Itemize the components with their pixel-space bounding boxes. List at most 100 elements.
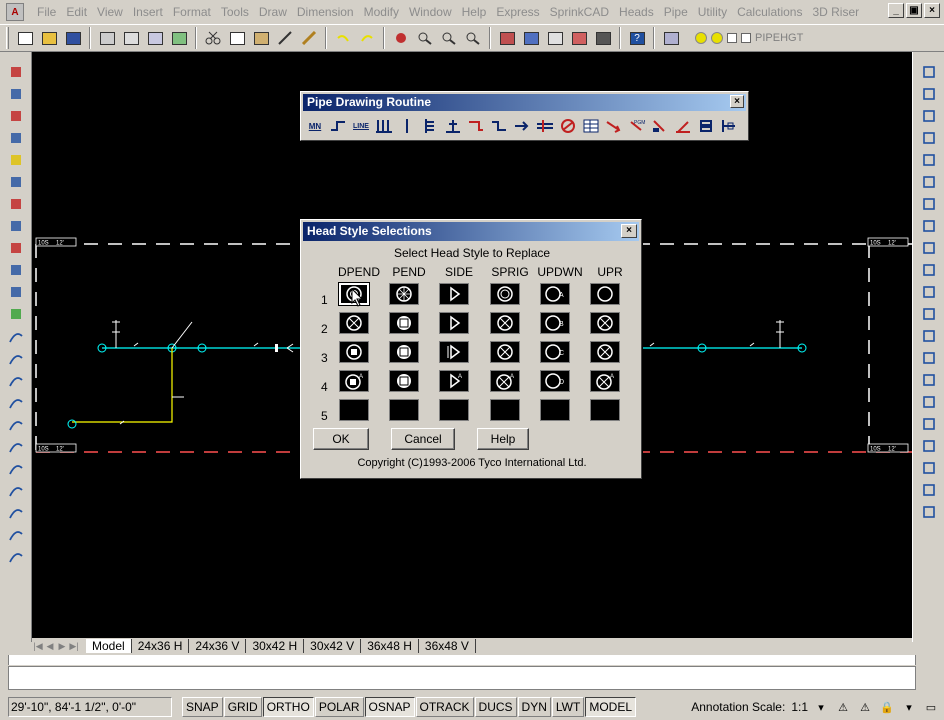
head-style-pend-5[interactable] [389,399,419,421]
status-toggle-snap[interactable]: SNAP [182,697,223,717]
grid-button[interactable] [374,116,394,136]
extend-icon[interactable] [920,282,938,301]
break-icon[interactable] [920,326,938,345]
head-style-side-4[interactable]: A [439,370,469,392]
menu-sprinkcad[interactable]: SprinkCAD [545,0,614,24]
head-style-dpend-2[interactable] [339,312,369,334]
cancel-button[interactable]: Cancel [391,428,455,450]
spline-icon[interactable] [7,238,25,257]
region-icon[interactable] [7,414,25,433]
construction-line-icon[interactable] [7,84,25,103]
layout-tab-36x48-v[interactable]: 36x48 V [419,639,476,653]
riser-button[interactable] [397,116,417,136]
head-style-upr-3[interactable] [590,341,620,363]
head-style-sprig-1[interactable] [490,283,520,305]
zoom-previous-icon[interactable] [462,27,484,49]
menu-pipe[interactable]: Pipe [659,0,693,24]
break-at-point-icon[interactable] [920,304,938,323]
rotate-icon[interactable] [7,524,25,543]
menu-modify[interactable]: Modify [359,0,404,24]
menu-calculations[interactable]: Calculations [732,0,807,24]
explode-icon[interactable] [920,414,938,433]
layout-tab-30x42-h[interactable]: 30x42 H [246,639,305,653]
toolbar-grip[interactable] [6,27,9,49]
head-style-sprig-4[interactable]: A [490,370,520,392]
dim-aligned-icon[interactable] [920,458,938,477]
move-icon[interactable] [7,502,25,521]
close-button[interactable]: × [924,3,940,18]
head-style-sprig-5[interactable] [490,399,520,421]
rotate-object-icon[interactable] [920,194,938,213]
menu-file[interactable]: File [32,0,61,24]
copy-object-icon[interactable] [920,84,938,103]
head-style-pend-4[interactable] [389,370,419,392]
no-pipe-button[interactable] [558,116,578,136]
elbow-button[interactable] [466,116,486,136]
drop-button[interactable] [420,116,440,136]
head-style-upr-1[interactable] [590,283,620,305]
arc-icon[interactable] [7,172,25,191]
design-center-icon[interactable] [520,27,542,49]
head-style-side-2[interactable] [439,312,469,334]
pipe-size-button[interactable] [673,116,693,136]
gradient-icon[interactable] [7,392,25,411]
layout-tab-model[interactable]: Model [86,639,132,653]
table-icon[interactable] [7,436,25,455]
plot-preview-icon[interactable] [120,27,142,49]
last-tab-arrow-icon[interactable]: ▶| [68,641,80,652]
add-selected-icon[interactable] [7,480,25,499]
head-style-pend-3[interactable] [389,341,419,363]
ok-button[interactable]: OK [313,428,369,450]
dialog-close-button[interactable]: × [621,224,637,238]
branch-line-button[interactable] [328,116,348,136]
annotation-visibility-icon[interactable]: ⚠ [834,698,852,716]
arrow-right-button[interactable] [512,116,532,136]
tool-palettes-icon[interactable] [544,27,566,49]
head-style-updwn-4[interactable]: D [540,370,570,392]
annotation-scale-value[interactable]: 1:1 [791,700,808,714]
new-icon[interactable] [14,27,36,49]
minimize-button[interactable]: _ [888,3,904,18]
scale-object-icon[interactable] [920,216,938,235]
etransmit-icon[interactable] [168,27,190,49]
status-toggle-lwt[interactable]: LWT [551,697,585,717]
status-toggle-polar[interactable]: POLAR [314,697,364,717]
status-menu-icon[interactable]: ▾ [900,698,918,716]
head-style-updwn-5[interactable] [540,399,570,421]
prev-tab-arrow-icon[interactable]: ◀ [44,641,56,652]
layout-tab-24x36-v[interactable]: 24x36 V [189,639,247,653]
save-icon[interactable] [62,27,84,49]
lock-icon[interactable]: 🔒 [878,698,896,716]
status-toggle-grid[interactable]: GRID [223,697,262,717]
point-icon[interactable] [7,348,25,367]
layout-tab-36x48-h[interactable]: 36x48 H [361,639,419,653]
block-editor-icon[interactable] [298,27,320,49]
ellipse-icon[interactable] [7,260,25,279]
zoom-realtime-icon[interactable] [414,27,436,49]
clean-screen-icon[interactable]: ▭ [922,698,940,716]
command-scrollbar[interactable] [918,656,934,690]
ellipse-arc-icon[interactable] [7,282,25,301]
pipe-toolbar-title-bar[interactable]: Pipe Drawing Routine × [303,94,746,111]
hatch-icon[interactable] [7,370,25,389]
layout-tab-30x42-v[interactable]: 30x42 V [304,639,362,653]
head-style-updwn-1[interactable]: A [540,283,570,305]
polygon-icon[interactable] [7,128,25,147]
sheet-set-icon[interactable] [568,27,590,49]
status-toggle-ortho[interactable]: ORTHO [262,697,314,717]
paste-icon[interactable] [250,27,272,49]
join-icon[interactable] [920,348,938,367]
move-object-icon[interactable] [920,172,938,191]
menu-window[interactable]: Window [404,0,457,24]
line-button[interactable]: LINE [351,116,371,136]
open-icon[interactable] [38,27,60,49]
pgm-button[interactable]: PGM [627,116,647,136]
scale-dropdown-icon[interactable]: ▾ [812,698,830,716]
status-toggle-ducs[interactable]: DUCS [474,697,517,717]
coordinates-display[interactable]: 29'-10", 84'-1 1/2", 0'-0" [8,697,172,717]
head-style-side-3[interactable] [439,341,469,363]
head-style-pend-1[interactable] [389,283,419,305]
flow-arrow-button[interactable] [604,116,624,136]
rectangle-icon[interactable] [7,150,25,169]
end-cap-button[interactable] [719,116,739,136]
